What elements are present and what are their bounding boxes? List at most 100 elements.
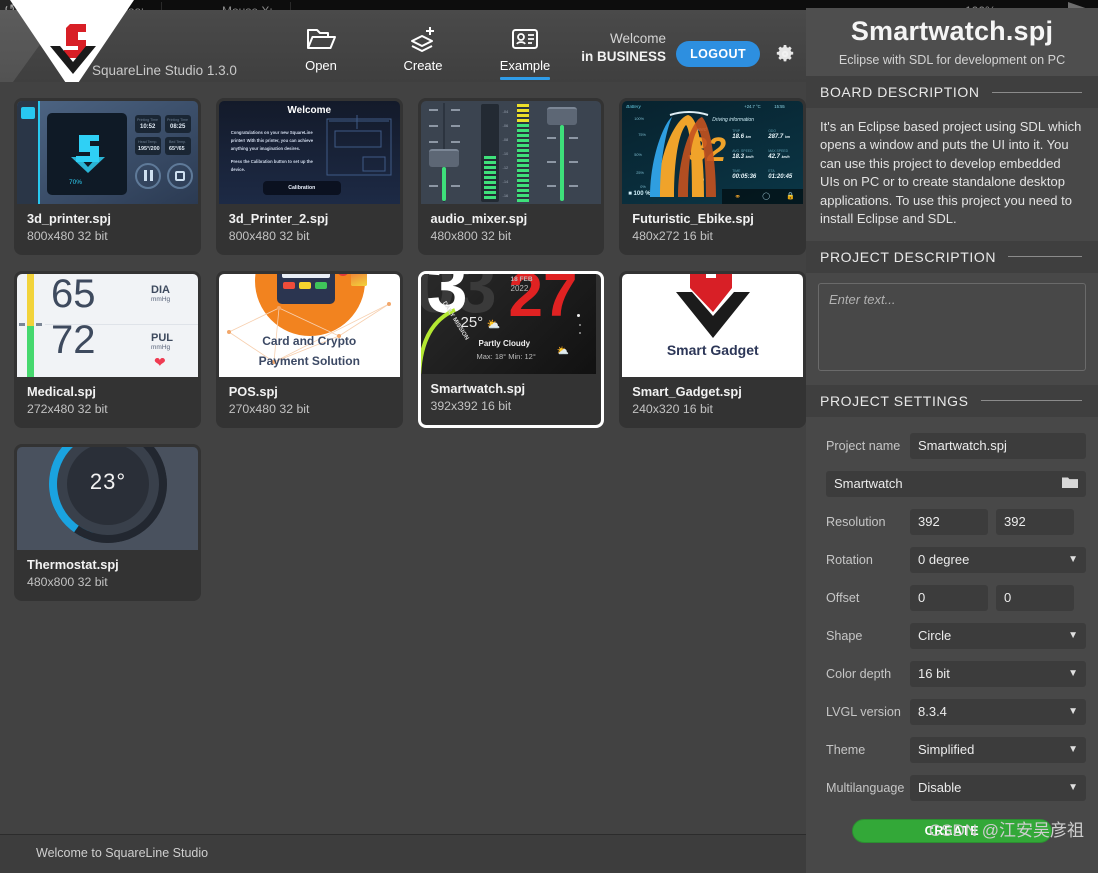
example-card-medical[interactable]: 65 72 DIA mmHg PUL mmHg ❤ Medical.spj 27…: [14, 271, 201, 428]
nav-item-open-label: Open: [305, 58, 337, 73]
panel-title: Smartwatch.spj: [850, 16, 1054, 46]
id-card-icon: [494, 24, 556, 54]
setting-row-theme: Theme Simplified ▼: [818, 735, 1086, 765]
section-rule: [1008, 256, 1082, 258]
card-spec: 480x800 32 bit: [430, 229, 512, 243]
example-card-pos[interactable]: Card and Crypto Payment Solution POS.spj…: [215, 271, 403, 428]
project-description-wrap: Enter text...: [806, 273, 1098, 385]
theme-label: Theme: [826, 742, 866, 757]
folder-icon[interactable]: [1062, 476, 1078, 489]
setting-row-color-depth: Color depth 16 bit ▼: [818, 659, 1086, 689]
welcome-block: Welcome in BUSINESS: [581, 30, 666, 66]
nav-item-example[interactable]: Example: [494, 24, 556, 80]
example-card-3d-printer[interactable]: 70% Printing Time 10:52 Printing Time 08…: [14, 98, 201, 255]
card-title: Smartwatch.spj: [430, 381, 526, 396]
nav-item-open[interactable]: Open: [290, 24, 352, 73]
card-meta: Medical.spj 272x480 32 bit: [17, 377, 198, 425]
example-card-smartwatch[interactable]: 03 3 27 18 FEB 2022 25° ⛅ Partly Cloudy …: [417, 271, 605, 428]
section-rule: [991, 91, 1082, 93]
card-spec: 392x392 16 bit: [430, 399, 512, 413]
examples-grid: 70% Printing Time 10:52 Printing Time 08…: [0, 82, 806, 844]
watermark: CSDN @江安吴彦祖: [928, 821, 1084, 840]
board-description-header: BOARD DESCRIPTION: [806, 76, 1098, 108]
multilanguage-select[interactable]: Disable ▼: [910, 774, 1086, 801]
section-rule: [980, 400, 1082, 402]
offset-x-input[interactable]: 0: [910, 584, 988, 611]
thumbnail-thermostat: 23°: [17, 447, 198, 550]
dialog-nav: Open Create Example: [290, 24, 556, 80]
card-spec: 270x480 32 bit: [228, 402, 310, 416]
logout-button[interactable]: LOGOUT: [676, 41, 760, 67]
project-path-value: Smartwatch: [834, 475, 903, 491]
board-description-text: It's an Eclipse based project using SDL …: [806, 108, 1098, 241]
chevron-down-icon: ▼: [1068, 667, 1078, 679]
welcome-dialog: SquareLine Studio 1.3.0 Open Create Exam…: [0, 0, 806, 873]
rotation-label: Rotation: [826, 552, 873, 567]
color-depth-select[interactable]: 16 bit ▼: [910, 660, 1086, 687]
resolution-height-input[interactable]: 392: [996, 508, 1074, 535]
thumbnail-medical: 65 72 DIA mmHg PUL mmHg ❤: [17, 274, 198, 377]
lvgl-version-select[interactable]: 8.3.4 ▼: [910, 698, 1086, 725]
setting-row-project-path: Smartwatch: [818, 469, 1086, 499]
thumbnail-printer-dashboard: 70% Printing Time 10:52 Printing Time 08…: [17, 101, 198, 204]
chevron-down-icon: ▼: [1068, 743, 1078, 755]
gear-icon[interactable]: [776, 45, 794, 63]
lvgl-version-value: 8.3.4: [918, 703, 947, 719]
shape-label: Shape: [826, 628, 863, 643]
rotation-value: 0 degree: [918, 551, 970, 567]
card-meta: 3d_printer.spj 800x480 32 bit: [17, 204, 198, 252]
card-meta: POS.spj 270x480 32 bit: [219, 377, 400, 425]
lvgl-version-label: LVGL version: [826, 704, 901, 719]
shape-value: Circle: [918, 627, 952, 643]
examples-row: 70% Printing Time 10:52 Printing Time 08…: [14, 98, 806, 255]
project-settings-form: Project name Smartwatch.spj Smartwatch R…: [806, 417, 1098, 843]
card-spec: 480x272 16 bit: [632, 229, 713, 243]
card-meta: Thermostat.spj 480x800 32 bit: [17, 550, 198, 598]
examples-row: 23° Thermostat.spj 480x800 32 bit: [14, 444, 806, 601]
example-card-thermostat[interactable]: 23° Thermostat.spj 480x800 32 bit: [14, 444, 201, 601]
setting-row-offset: Offset 0 0: [818, 583, 1086, 613]
nav-item-create[interactable]: Create: [392, 24, 454, 73]
example-card-futuristic-ebike[interactable]: Battery +24.7 °C 15:55 Driving informati…: [619, 98, 806, 255]
color-depth-label: Color depth: [826, 666, 892, 681]
project-description-input[interactable]: Enter text...: [818, 282, 1086, 371]
thumbnail-smart-gadget: Smart Gadget: [622, 274, 804, 377]
welcome-line-2: in BUSINESS: [581, 49, 666, 65]
card-title: Smart_Gadget.spj: [632, 384, 742, 399]
thumbnail-ebike-dash: Battery +24.7 °C 15:55 Driving informati…: [622, 101, 804, 204]
card-title: POS.spj: [228, 384, 278, 399]
offset-y-input[interactable]: 0: [996, 584, 1074, 611]
card-spec: 240x320 16 bit: [632, 402, 713, 416]
panel-header: Smartwatch.spj Eclipse with SDL for deve…: [806, 8, 1098, 76]
example-card-audio-mixer[interactable]: -04 -06 -08 -10 -12 -14 -16 audio_mixer.…: [417, 98, 605, 255]
project-path-input[interactable]: Smartwatch: [826, 470, 1086, 497]
card-meta: Futuristic_Ebike.spj 480x272 16 bit: [622, 204, 803, 252]
nav-active-underline: [500, 77, 550, 80]
status-bar-message: Welcome to SquareLine Studio: [36, 846, 209, 860]
card-title: Thermostat.spj: [27, 557, 119, 572]
board-description-heading: BOARD DESCRIPTION: [820, 84, 980, 100]
card-title: 3d_printer.spj: [27, 211, 111, 226]
setting-row-rotation: Rotation 0 degree ▼: [818, 545, 1086, 575]
folder-open-icon: [290, 24, 352, 54]
card-meta: 3d_Printer_2.spj 800x480 32 bit: [219, 204, 400, 252]
card-meta: Smart_Gadget.spj 240x320 16 bit: [622, 377, 803, 425]
setting-row-project-name: Project name Smartwatch.spj: [818, 431, 1086, 461]
card-meta: Smartwatch.spj 392x392 16 bit: [421, 374, 602, 422]
shape-select[interactable]: Circle ▼: [910, 622, 1086, 649]
example-card-3d-printer-2[interactable]: Welcome Congratulations on your new Squa…: [215, 98, 403, 255]
card-meta: audio_mixer.spj 480x800 32 bit: [421, 204, 602, 252]
chevron-down-icon: ▼: [1068, 705, 1078, 717]
resolution-width-input[interactable]: 392: [910, 508, 988, 535]
setting-row-multilanguage: Multilanguage Disable ▼: [818, 773, 1086, 803]
theme-select[interactable]: Simplified ▼: [910, 736, 1086, 763]
status-bar: Welcome to SquareLine Studio: [0, 834, 806, 873]
examples-row: 65 72 DIA mmHg PUL mmHg ❤ Medical.spj 27…: [14, 271, 806, 428]
project-name-label: Project name: [826, 438, 901, 453]
project-details-panel: Smartwatch.spj Eclipse with SDL for deve…: [806, 8, 1098, 873]
project-description-header: PROJECT DESCRIPTION: [806, 240, 1098, 273]
rotation-select[interactable]: 0 degree ▼: [910, 546, 1086, 573]
chevron-down-icon: ▼: [1068, 781, 1078, 793]
project-name-input[interactable]: Smartwatch.spj: [910, 432, 1086, 459]
example-card-smart-gadget[interactable]: Smart Gadget Smart_Gadget.spj 240x320 16…: [619, 271, 806, 428]
